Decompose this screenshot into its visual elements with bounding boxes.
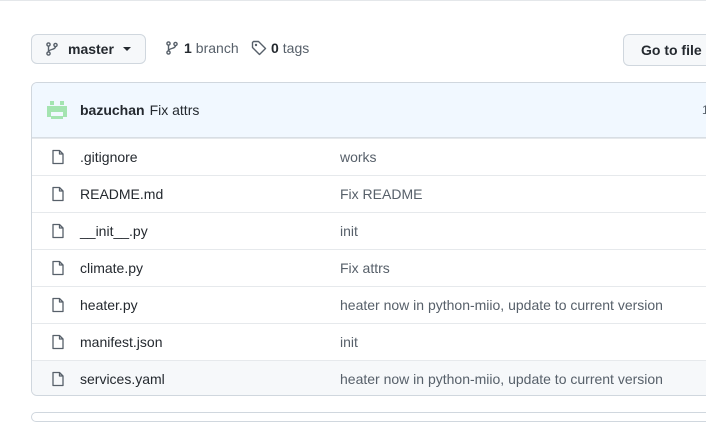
file-commit-message[interactable]: Fix README — [340, 186, 422, 202]
avatar[interactable] — [45, 98, 69, 122]
tag-label: tags — [282, 40, 310, 56]
tag-count: 0 — [271, 40, 279, 56]
file-name[interactable]: services.yaml — [80, 371, 165, 387]
file-commit-message[interactable]: init — [340, 223, 358, 239]
git-branch-icon — [46, 42, 58, 56]
file-name[interactable]: __init__.py — [80, 223, 148, 239]
branch-select-button[interactable]: master — [31, 34, 146, 64]
caret-down-icon — [122, 47, 131, 51]
top-divider — [0, 0, 706, 1]
latest-commit-bar: bazuchan Fix attrs 1 — [32, 83, 706, 138]
file-commit-message[interactable]: Fix attrs — [340, 260, 390, 276]
tags-link[interactable]: 0 tags — [251, 40, 309, 56]
file-icon — [52, 223, 64, 239]
file-commit-message[interactable]: init — [340, 334, 358, 350]
file-row[interactable]: .gitignore works — [32, 138, 706, 175]
file-commit-message[interactable]: heater now in python-miio, update to cur… — [340, 297, 663, 313]
file-list-box: bazuchan Fix attrs 1 .gitignore works RE… — [31, 82, 706, 396]
file-commit-message[interactable]: heater now in python-miio, update to cur… — [340, 371, 663, 387]
file-row[interactable]: README.md Fix README — [32, 175, 706, 212]
file-icon — [52, 334, 64, 350]
file-icon — [52, 260, 64, 276]
file-name[interactable]: README.md — [80, 186, 163, 202]
file-icon — [52, 186, 64, 202]
commit-message[interactable]: Fix attrs — [150, 102, 200, 118]
git-branch-icon — [166, 41, 178, 55]
branch-label: branch — [195, 40, 239, 56]
file-name[interactable]: heater.py — [80, 297, 138, 313]
file-row[interactable]: services.yaml heater now in python-miio,… — [32, 360, 706, 395]
file-row[interactable]: climate.py Fix attrs — [32, 249, 706, 286]
file-name[interactable]: manifest.json — [80, 334, 162, 350]
file-commit-message[interactable]: works — [340, 149, 377, 165]
file-name[interactable]: .gitignore — [80, 149, 138, 165]
file-row[interactable]: heater.py heater now in python-miio, upd… — [32, 286, 706, 323]
file-icon — [52, 149, 64, 165]
commit-author[interactable]: bazuchan — [80, 102, 145, 118]
readme-box-edge — [31, 412, 706, 422]
commit-meta-truncated: 1 — [702, 103, 706, 117]
tag-icon — [251, 40, 267, 56]
branch-count: 1 — [184, 40, 192, 56]
file-name[interactable]: climate.py — [80, 260, 143, 276]
file-row[interactable]: __init__.py init — [32, 212, 706, 249]
file-icon — [52, 297, 64, 313]
branches-link[interactable]: 1 branch — [164, 40, 239, 56]
go-to-file-button[interactable]: Go to file — [623, 34, 706, 66]
branch-name: master — [68, 41, 114, 57]
file-row[interactable]: manifest.json init — [32, 323, 706, 360]
file-icon — [52, 371, 64, 387]
